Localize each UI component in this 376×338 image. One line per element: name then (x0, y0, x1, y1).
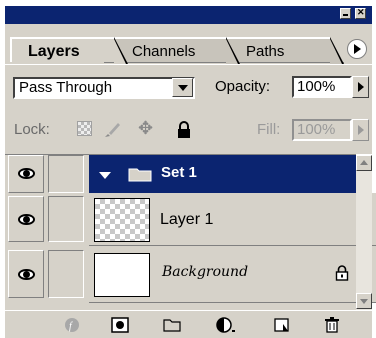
opacity-label: Opacity: (215, 78, 271, 95)
lock-image-brush-icon[interactable] (103, 121, 120, 137)
tab-layers[interactable]: Layers (10, 37, 128, 64)
layer-name-background: Background (162, 264, 249, 280)
eye-icon (18, 269, 35, 280)
layer-thumbnail (94, 198, 150, 242)
new-layer-icon[interactable] (272, 316, 290, 332)
chevron-down-icon[interactable] (172, 78, 193, 97)
opacity-value: 100% (297, 78, 336, 95)
visibility-cell[interactable] (8, 155, 44, 193)
tab-layers-label: Layers (28, 43, 80, 60)
tab-bar: Layers Channels Paths (10, 37, 366, 64)
minimize-button[interactable] (340, 8, 351, 19)
fill-value: 100% (297, 121, 336, 138)
link-cell[interactable] (48, 196, 84, 242)
fill-input[interactable]: 100% (292, 119, 352, 141)
visibility-cell[interactable] (8, 196, 44, 242)
checker-square (77, 121, 92, 136)
mask-shape (111, 317, 129, 333)
tab-channels-label: Channels (132, 43, 196, 60)
tab-paths-label: Paths (246, 43, 285, 60)
opacity-input[interactable]: 100% (292, 76, 352, 98)
tab-edge-fill (114, 39, 126, 64)
visibility-cell[interactable] (8, 250, 44, 298)
lock-label: Lock: (14, 121, 50, 138)
lock-icon (335, 265, 349, 281)
close-button[interactable] (355, 7, 366, 19)
blend-mode-select[interactable]: Pass Through (13, 77, 195, 99)
fill-label: Fill: (257, 121, 281, 138)
layer-name-set-1: Set 1 (161, 164, 197, 181)
opacity-slider-button[interactable] (352, 76, 369, 98)
brush-icon (105, 123, 120, 137)
padlock-shape (335, 265, 349, 281)
adjustment-layer-icon[interactable] (214, 316, 235, 333)
eye-icon (18, 168, 35, 179)
fill-slider-button[interactable] (352, 119, 369, 141)
expand-triangle-icon[interactable] (99, 172, 111, 179)
trash-shape (325, 317, 339, 333)
folder-shape (128, 168, 152, 182)
folder-shape (163, 319, 181, 332)
tab-edge-fill (226, 39, 238, 64)
blend-mode-value: Pass Through (19, 79, 113, 96)
link-cell[interactable] (48, 155, 84, 193)
palette-menu-button[interactable] (347, 39, 367, 59)
scroll-up-button[interactable] (356, 155, 372, 171)
lock-all-icon[interactable] (176, 121, 192, 138)
half-circle-shape (216, 317, 235, 333)
trash-icon[interactable] (322, 316, 340, 333)
palette-bottom-bar (5, 310, 372, 338)
layers-palette: Layers Channels Paths Pass Through Opaci… (0, 0, 376, 338)
layer-thumbnail (94, 253, 150, 297)
new-set-icon[interactable] (162, 316, 181, 332)
link-cell[interactable] (48, 250, 84, 298)
scroll-down-button[interactable] (356, 293, 372, 309)
mask-icon[interactable] (110, 316, 129, 333)
layers-scrollbar[interactable] (356, 155, 372, 310)
tab-edge-fill (330, 39, 342, 64)
eye-icon (18, 214, 35, 225)
padlock-icon (178, 121, 190, 138)
f-circle-shape: f (65, 318, 79, 332)
layer-style-icon[interactable]: f (62, 316, 80, 332)
lock-position-move-icon[interactable]: ✥ (138, 118, 154, 138)
page-shape (274, 318, 289, 332)
folder-icon (128, 166, 152, 182)
palette-title-bar[interactable] (5, 6, 372, 24)
lock-transparency-icon[interactable] (77, 121, 93, 137)
layer-name-layer-1: Layer 1 (160, 211, 214, 228)
